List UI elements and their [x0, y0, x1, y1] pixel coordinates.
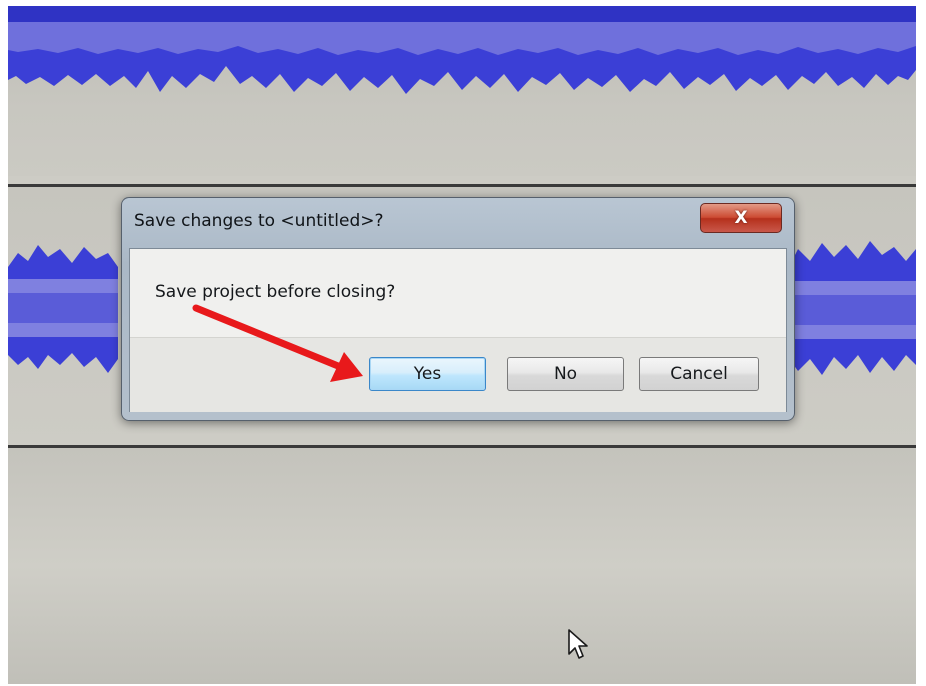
audio-track-1[interactable] [8, 6, 916, 176]
dialog-message: Save project before closing? [155, 282, 396, 302]
waveform-track-1 [8, 6, 916, 94]
close-button[interactable]: X [700, 203, 782, 233]
yes-button[interactable]: Yes [369, 357, 486, 391]
no-button[interactable]: No [507, 357, 624, 391]
dialog-body: Save project before closing? Yes No Canc… [129, 248, 787, 412]
empty-track-area[interactable] [8, 448, 916, 684]
dialog-button-bar: Yes No Cancel [130, 337, 786, 412]
save-changes-dialog: Save changes to <untitled>? X Save proje… [121, 197, 795, 421]
dialog-title: Save changes to <untitled>? [134, 211, 384, 231]
mouse-pointer-icon [568, 629, 588, 659]
cancel-button[interactable]: Cancel [639, 357, 759, 391]
close-icon: X [734, 208, 748, 228]
audio-editor-background: Save changes to <untitled>? X Save proje… [8, 6, 916, 684]
